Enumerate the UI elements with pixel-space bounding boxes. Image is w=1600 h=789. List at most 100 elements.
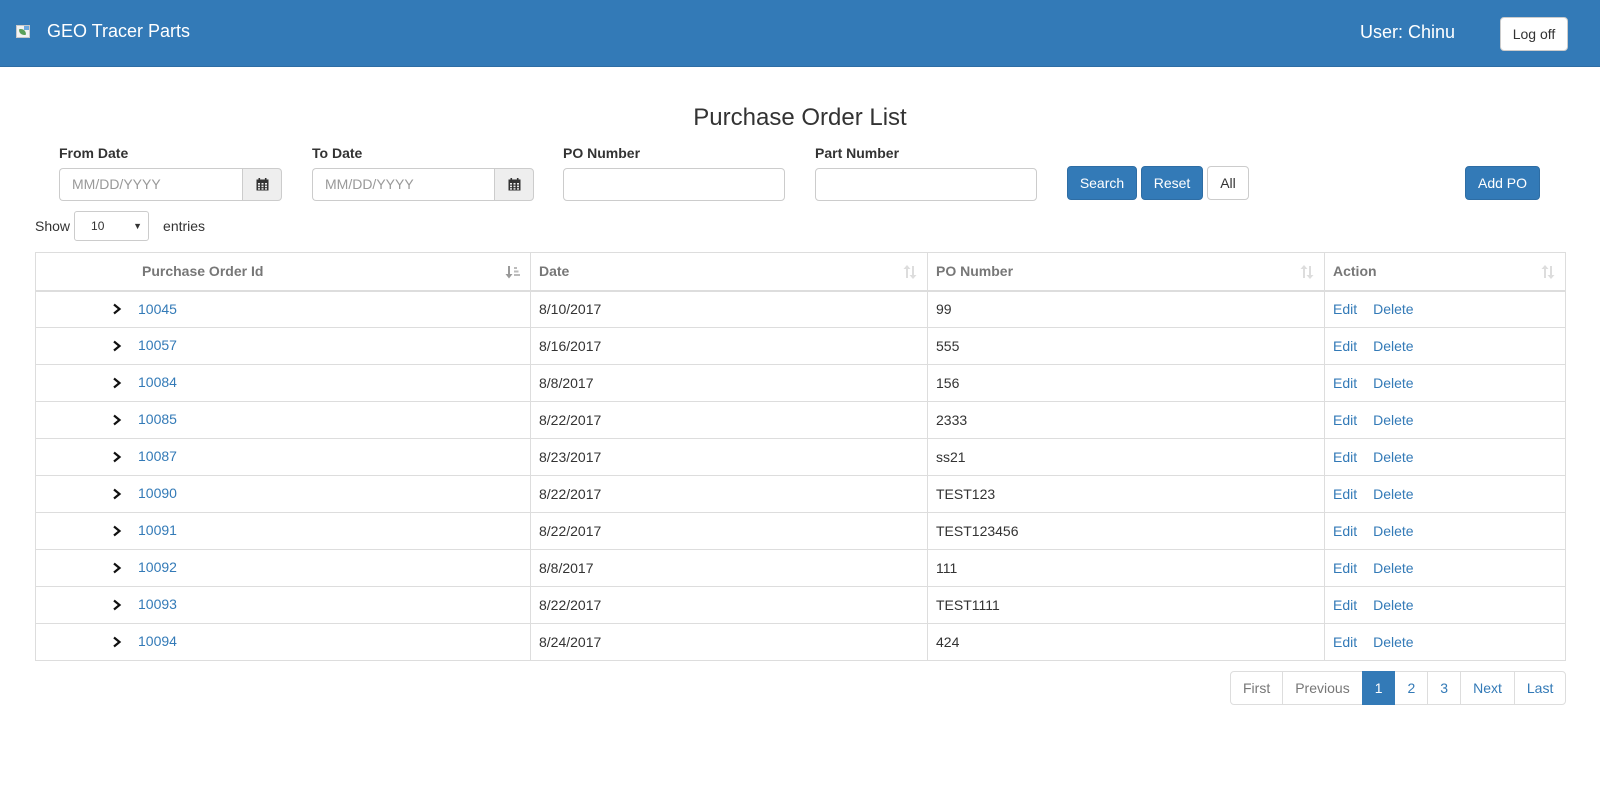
table-row: 10045 8/10/2017 99 Edit Delete xyxy=(35,290,1566,328)
cell-purchase-order-id: 10094 xyxy=(35,623,531,661)
delete-link[interactable]: Delete xyxy=(1373,634,1413,650)
brand-title: GEO Tracer Parts xyxy=(47,21,191,41)
delete-link[interactable]: Delete xyxy=(1373,449,1413,465)
column-header-date[interactable]: Date xyxy=(530,252,928,292)
entries-select[interactable]: 10 ▼ xyxy=(74,211,150,241)
purchase-order-id-link[interactable]: 10092 xyxy=(138,559,177,575)
chevron-right-icon[interactable] xyxy=(112,635,138,651)
edit-link[interactable]: Edit xyxy=(1333,634,1357,650)
from-date-calendar-button[interactable] xyxy=(242,168,282,201)
table-header-row: Purchase Order Id Date PO Number Action xyxy=(35,252,1566,292)
pagination-previous[interactable]: Previous xyxy=(1282,671,1363,705)
chevron-right-icon[interactable] xyxy=(112,487,138,503)
from-date-label: From Date xyxy=(59,145,129,161)
purchase-order-id-link[interactable]: 10084 xyxy=(138,374,177,390)
pagination-page-2[interactable]: 2 xyxy=(1394,671,1429,705)
cell-action: Edit Delete xyxy=(1324,586,1566,624)
cell-date: 8/22/2017 xyxy=(530,475,928,513)
delete-link[interactable]: Delete xyxy=(1373,412,1413,428)
delete-link[interactable]: Delete xyxy=(1373,560,1413,576)
column-header-po-number[interactable]: PO Number xyxy=(927,252,1325,292)
purchase-order-id-link[interactable]: 10087 xyxy=(138,448,177,464)
edit-link[interactable]: Edit xyxy=(1333,486,1357,502)
add-po-button[interactable]: Add PO xyxy=(1465,166,1540,200)
to-date-input[interactable]: MM/DD/YYYY xyxy=(312,168,494,201)
sort-icon xyxy=(1300,265,1314,279)
to-date-calendar-button[interactable] xyxy=(494,168,534,201)
edit-link[interactable]: Edit xyxy=(1333,412,1357,428)
chevron-right-icon[interactable] xyxy=(112,339,138,355)
chevron-right-icon[interactable] xyxy=(112,561,138,577)
edit-link[interactable]: Edit xyxy=(1333,375,1357,391)
part-number-input[interactable] xyxy=(815,168,1037,201)
table-row: 10090 8/22/2017 TEST123 Edit Delete xyxy=(35,475,1566,513)
chevron-right-icon[interactable] xyxy=(112,302,138,318)
purchase-order-id-link[interactable]: 10045 xyxy=(138,301,177,317)
po-number-input[interactable] xyxy=(563,168,785,201)
brand-link[interactable]: GEO Tracer Parts xyxy=(16,18,190,44)
calendar-icon xyxy=(508,178,520,191)
column-header-action[interactable]: Action xyxy=(1324,252,1566,292)
edit-link[interactable]: Edit xyxy=(1333,523,1357,539)
edit-link[interactable]: Edit xyxy=(1333,560,1357,576)
edit-link[interactable]: Edit xyxy=(1333,301,1357,317)
reset-button[interactable]: Reset xyxy=(1141,166,1203,200)
from-date-input[interactable]: MM/DD/YYYY xyxy=(59,168,242,201)
delete-link[interactable]: Delete xyxy=(1373,486,1413,502)
cell-action: Edit Delete xyxy=(1324,327,1566,365)
chevron-down-icon: ▼ xyxy=(133,221,143,231)
sort-icon xyxy=(1541,265,1555,279)
cell-purchase-order-id: 10093 xyxy=(35,586,531,624)
cell-action: Edit Delete xyxy=(1324,549,1566,587)
chevron-right-icon[interactable] xyxy=(112,450,138,466)
purchase-order-id-link[interactable]: 10085 xyxy=(138,411,177,427)
cell-action: Edit Delete xyxy=(1324,401,1566,439)
pagination-page-1[interactable]: 1 xyxy=(1361,671,1396,705)
cell-purchase-order-id: 10091 xyxy=(35,512,531,550)
cell-po-number: ss21 xyxy=(927,438,1325,476)
cell-date: 8/8/2017 xyxy=(530,364,928,402)
table-row: 10087 8/23/2017 ss21 Edit Delete xyxy=(35,438,1566,476)
to-date-group: MM/DD/YYYY xyxy=(312,168,534,201)
show-label: Show xyxy=(35,218,71,234)
pagination-page-3[interactable]: 3 xyxy=(1427,671,1462,705)
cell-date: 8/22/2017 xyxy=(530,401,928,439)
cell-date: 8/22/2017 xyxy=(530,512,928,550)
delete-link[interactable]: Delete xyxy=(1373,338,1413,354)
pagination-last[interactable]: Last xyxy=(1513,671,1567,705)
chevron-right-icon[interactable] xyxy=(112,376,138,392)
purchase-order-id-link[interactable]: 10091 xyxy=(138,522,177,538)
edit-link[interactable]: Edit xyxy=(1333,338,1357,354)
calendar-icon xyxy=(256,178,268,191)
purchase-order-id-link[interactable]: 10094 xyxy=(138,633,177,649)
cell-action: Edit Delete xyxy=(1324,512,1566,550)
cell-action: Edit Delete xyxy=(1324,475,1566,513)
delete-link[interactable]: Delete xyxy=(1373,523,1413,539)
table-row: 10093 8/22/2017 TEST1111 Edit Delete xyxy=(35,586,1566,624)
table-row: 10091 8/22/2017 TEST123456 Edit Delete xyxy=(35,512,1566,550)
pagination-next[interactable]: Next xyxy=(1460,671,1515,705)
page-title: Purchase Order List xyxy=(693,104,907,131)
cell-po-number: TEST1111 xyxy=(927,586,1325,624)
chevron-right-icon[interactable] xyxy=(112,598,138,614)
broken-image-icon xyxy=(16,23,32,39)
search-button[interactable]: Search xyxy=(1067,166,1137,200)
pagination-first[interactable]: First xyxy=(1230,671,1284,705)
log-off-button[interactable]: Log off xyxy=(1500,17,1568,51)
delete-link[interactable]: Delete xyxy=(1373,301,1413,317)
length-control: Show 10 ▼ entries xyxy=(35,211,205,241)
edit-link[interactable]: Edit xyxy=(1333,449,1357,465)
delete-link[interactable]: Delete xyxy=(1373,375,1413,391)
entries-label: entries xyxy=(163,218,206,234)
all-button[interactable]: All xyxy=(1207,166,1249,200)
purchase-order-id-link[interactable]: 10057 xyxy=(138,337,177,353)
edit-link[interactable]: Edit xyxy=(1333,597,1357,613)
column-header-purchase-order-id[interactable]: Purchase Order Id xyxy=(35,252,531,292)
chevron-right-icon[interactable] xyxy=(112,413,138,429)
purchase-order-id-link[interactable]: 10090 xyxy=(138,485,177,501)
purchase-order-id-link[interactable]: 10093 xyxy=(138,596,177,612)
cell-date: 8/23/2017 xyxy=(530,438,928,476)
delete-link[interactable]: Delete xyxy=(1373,597,1413,613)
chevron-right-icon[interactable] xyxy=(112,524,138,540)
cell-purchase-order-id: 10085 xyxy=(35,401,531,439)
